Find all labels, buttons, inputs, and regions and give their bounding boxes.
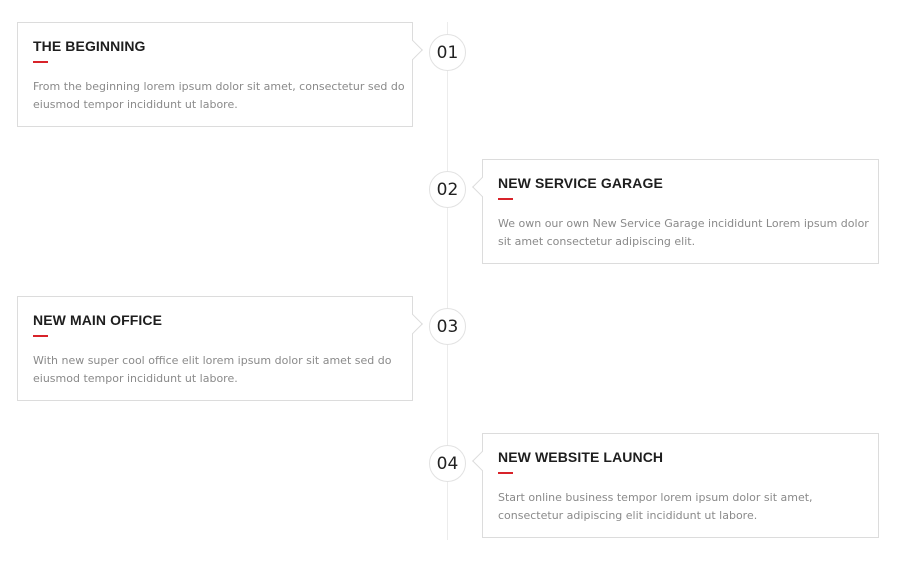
title-accent-rule <box>33 335 48 337</box>
timeline-card-1: THE BEGINNING From the beginning lorem i… <box>17 22 423 127</box>
timeline-card-4: NEW WEBSITE LAUNCH Start online business… <box>472 433 879 538</box>
timeline-card-text: We own our own New Service Garage incidi… <box>498 217 869 248</box>
timeline-card-title: NEW MAIN OFFICE <box>33 312 163 328</box>
title-accent-rule <box>498 198 513 200</box>
timeline-marker-1: 01 <box>429 34 466 71</box>
timeline-card-text: Start online business tempor lorem ipsum… <box>498 491 813 522</box>
title-accent-rule <box>33 61 48 63</box>
timeline-card-3: NEW MAIN OFFICE With new super cool offi… <box>17 296 423 401</box>
title-accent-rule <box>498 472 513 474</box>
timeline-marker-4: 04 <box>429 445 466 482</box>
timeline-card-title: THE BEGINNING <box>33 38 146 54</box>
timeline-card-text: From the beginning lorem ipsum dolor sit… <box>33 80 405 111</box>
card-pointer <box>403 314 423 334</box>
timeline-card-2: NEW SERVICE GARAGE We own our own New Se… <box>472 159 879 264</box>
timeline-card-title: NEW WEBSITE LAUNCH <box>498 449 664 465</box>
timeline-marker-2: 02 <box>429 171 466 208</box>
card-pointer <box>472 177 492 197</box>
timeline-card-text: With new super cool office elit lorem ip… <box>33 354 392 385</box>
timeline-card-title: NEW SERVICE GARAGE <box>498 175 663 191</box>
history-timeline: THE BEGINNING From the beginning lorem i… <box>0 0 900 566</box>
card-pointer <box>472 451 492 471</box>
card-pointer <box>403 40 423 60</box>
timeline-marker-3: 03 <box>429 308 466 345</box>
